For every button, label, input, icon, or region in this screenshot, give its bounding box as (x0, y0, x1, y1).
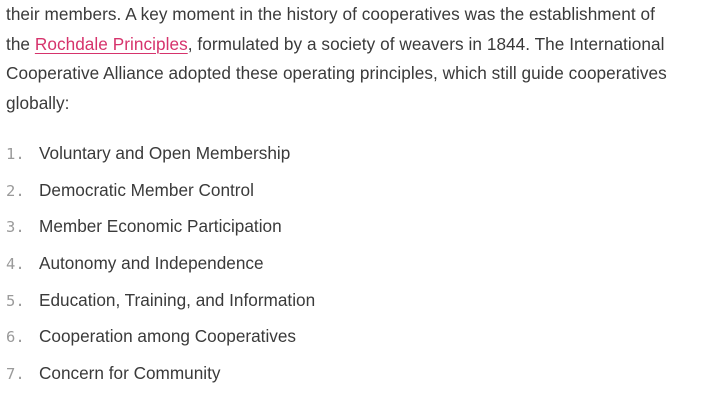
list-item-number: 4. (6, 255, 25, 274)
list-item: 7. Concern for Community (6, 363, 315, 400)
list-item-number: 5. (6, 291, 25, 310)
list-item-number: 6. (6, 328, 25, 347)
article-body: their members. A key moment in the histo… (6, 0, 724, 118)
list-item-number: 1. (6, 145, 25, 163)
list-item-label: Concern for Community (39, 363, 221, 384)
list-item-label: Member Economic Participation (39, 216, 282, 237)
list-item-label: Democratic Member Control (39, 179, 254, 200)
list-item-number: 7. (6, 365, 25, 384)
list-item-label: Voluntary and Open Membership (39, 143, 291, 163)
list-item-label: Education, Training, and Information (39, 289, 316, 310)
list-item: 6. Cooperation among Cooperatives (6, 326, 315, 363)
paragraph-line-2-end: , formulated by a society of weavers in … (187, 33, 665, 54)
paragraph-line-3: Cooperative Alliance adopted these opera… (6, 63, 667, 83)
list-item: 1. Voluntary and Open Membership (6, 143, 315, 180)
list-item-number: 3. (6, 218, 25, 237)
list-item: 2. Democratic Member Control (6, 180, 315, 217)
list-item: 4. Autonomy and Independence (6, 253, 315, 290)
paragraph-line-2: the Rochdale Principles, formulated by a… (6, 30, 724, 60)
list-item-label: Autonomy and Independence (39, 253, 264, 274)
list-item-label: Cooperation among Cooperatives (39, 326, 297, 347)
principles-list: 1. Voluntary and Open Membership 2. Demo… (6, 143, 315, 400)
list-item: 3. Member Economic Participation (6, 216, 315, 253)
list-item-number: 2. (6, 181, 25, 200)
list-item: 5. Education, Training, and Information (6, 290, 315, 327)
intro-paragraph: their members. A key moment in the histo… (6, 0, 724, 118)
paragraph-line-1: their members. A key moment in the histo… (6, 4, 655, 24)
paragraph-line-4: globally: (6, 92, 70, 113)
paragraph-line-2-start: the (6, 33, 35, 54)
rochdale-principles-link[interactable]: Rochdale Principles (35, 34, 188, 54)
